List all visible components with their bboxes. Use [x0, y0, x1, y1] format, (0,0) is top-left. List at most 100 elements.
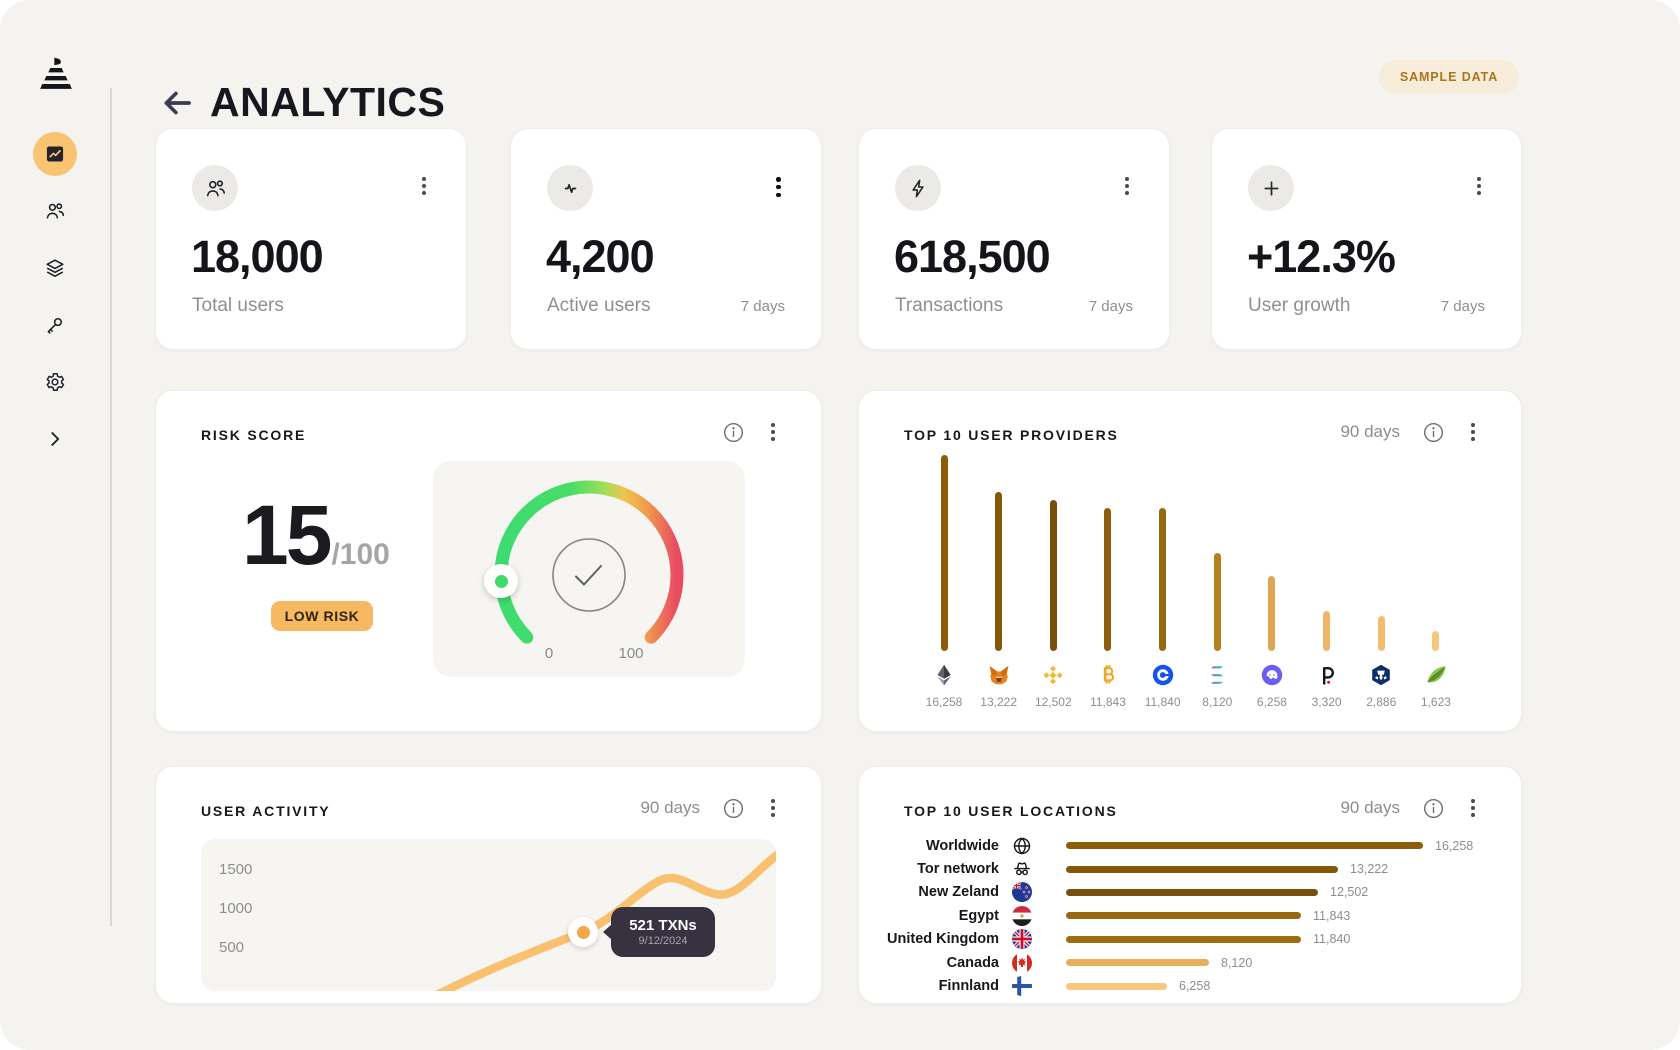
risk-gauge-panel: 0 100: [433, 461, 745, 677]
location-row-finnland: Finnland6,258: [859, 974, 1521, 997]
location-label: United Kingdom: [859, 931, 999, 947]
provider-column-coinbase[interactable]: 11,840: [1140, 455, 1186, 709]
provider-column-crypto-com[interactable]: 2,886: [1358, 455, 1404, 709]
key-icon: [44, 314, 66, 336]
analytics-icon: [44, 143, 66, 165]
provider-bar-track: [1159, 455, 1166, 651]
info-icon[interactable]: [1422, 421, 1445, 444]
risk-score-number: 15: [242, 487, 329, 584]
finland-flag-icon: [1012, 976, 1032, 996]
polkadot-icon: [1315, 663, 1339, 687]
provider-bar-track: [1378, 455, 1385, 651]
provider-column-solana[interactable]: 8,120: [1194, 455, 1240, 709]
locations-bar-chart: Worldwide16,258Tor network13,222New Zela…: [859, 834, 1521, 998]
location-bar: [1066, 842, 1423, 849]
top-providers-title: TOP 10 USER PROVIDERS: [904, 427, 1119, 443]
low-risk-badge: LOW RISK: [271, 601, 373, 631]
sidebar-item-keys[interactable]: [33, 303, 77, 347]
activity-line-chart[interactable]: 15001000500 521 TXNs 9/12/2024: [201, 839, 776, 991]
kebab-menu-icon[interactable]: [772, 173, 785, 201]
provider-bar: [995, 492, 1002, 651]
provider-value: 11,840: [1145, 695, 1181, 709]
kebab-menu-icon[interactable]: [1467, 795, 1479, 821]
page-title: ANALYTICS: [210, 79, 445, 126]
provider-bar-track: [1323, 455, 1330, 651]
location-bar: [1066, 889, 1318, 896]
ethereum-icon: [932, 663, 956, 687]
sidebar-item-layers[interactable]: [33, 246, 77, 290]
provider-column-bitfinex[interactable]: 1,623: [1413, 455, 1459, 709]
location-row-worldwide: Worldwide 16,258: [859, 834, 1521, 857]
kebab-menu-icon[interactable]: [767, 795, 779, 821]
risk-score-denominator: /100: [331, 538, 389, 572]
info-icon[interactable]: [722, 421, 745, 444]
user-activity-controls: 90 days: [640, 795, 779, 821]
location-bar: [1066, 936, 1301, 943]
period-label: 90 days: [640, 798, 700, 818]
user-activity-card: USER ACTIVITY 90 days 15001000500 521 TX…: [155, 766, 822, 1004]
data-point-marker: [568, 917, 598, 947]
bitfinex-icon: [1424, 663, 1448, 687]
provider-column-polkadot[interactable]: 3,320: [1304, 455, 1350, 709]
provider-column-metamask[interactable]: 13,222: [976, 455, 1022, 709]
location-row-egypt: Egypt11,843: [859, 904, 1521, 927]
kebab-menu-icon[interactable]: [1467, 419, 1479, 445]
users-icon: [204, 177, 227, 200]
location-row-tor-network: Tor network13,222: [859, 857, 1521, 880]
provider-column-bitcoin[interactable]: 11,843: [1085, 455, 1131, 709]
stat-card-user-growth: +12.3%User growth7 days: [1211, 128, 1522, 350]
provider-bar: [1323, 611, 1330, 651]
new-zealand-flag-icon: [1012, 882, 1032, 902]
location-row-united-kingdom: United Kingdom 11,840: [859, 928, 1521, 951]
provider-bar-track: [1104, 455, 1111, 651]
provider-value: 12,502: [1035, 695, 1072, 709]
risk-score-controls: [722, 419, 779, 445]
location-value: 11,843: [1313, 909, 1350, 923]
stat-period: 7 days: [1089, 298, 1133, 315]
check-icon: [576, 566, 601, 585]
back-arrow-icon[interactable]: [160, 86, 194, 120]
info-icon[interactable]: [1422, 797, 1445, 820]
stat-icon-circle: [895, 165, 941, 211]
stat-card-active-users: 4,200Active users7 days: [510, 128, 822, 350]
sidebar-item-settings[interactable]: [33, 360, 77, 404]
kebab-menu-icon[interactable]: [1473, 173, 1485, 199]
risk-score-card: RISK SCORE 15 /100 LOW RISK: [155, 390, 822, 732]
tor-network-icon: [1012, 859, 1032, 879]
sidebar-item-analytics[interactable]: [33, 132, 77, 176]
location-label: Worldwide: [859, 838, 999, 854]
sidebar-item-expand[interactable]: [33, 417, 77, 461]
sidebar: [0, 0, 110, 1050]
location-value: 16,258: [1435, 839, 1473, 853]
top-providers-card: TOP 10 USER PROVIDERS 90 days 16,25813,2…: [858, 390, 1522, 732]
location-label: Finnland: [859, 978, 999, 994]
tooltip-value: 521 TXNs: [629, 917, 697, 934]
location-value: 13,222: [1350, 862, 1388, 876]
kebab-menu-icon[interactable]: [1121, 173, 1133, 199]
provider-value: 13,222: [980, 695, 1017, 709]
gear-icon: [44, 371, 66, 393]
stat-card-total-users: 18,000Total users: [155, 128, 467, 350]
location-value: 11,840: [1313, 932, 1350, 946]
stat-value: 618,500: [894, 231, 1050, 283]
top-locations-card: TOP 10 USER LOCATIONS 90 days Worldwide1…: [858, 766, 1522, 1004]
lightning-icon: [907, 177, 930, 200]
location-label: New Zeland: [859, 884, 999, 900]
kebab-menu-icon[interactable]: [418, 173, 430, 199]
info-icon[interactable]: [722, 797, 745, 820]
binance-icon: [1041, 663, 1065, 687]
provider-column-ethereum[interactable]: 16,258: [921, 455, 967, 709]
provider-bar: [1214, 553, 1221, 651]
analytics-dashboard: ANALYTICS SAMPLE DATA 18,000Total users4…: [0, 0, 1680, 1050]
location-row-new-zeland: New Zeland12,502: [859, 881, 1521, 904]
kebab-menu-icon[interactable]: [767, 419, 779, 445]
canada-flag-icon: [1012, 953, 1032, 973]
risk-score-value: 15 /100: [242, 487, 390, 584]
sample-data-button[interactable]: SAMPLE DATA: [1379, 60, 1519, 94]
globe-icon: [1012, 836, 1032, 856]
sidebar-item-users[interactable]: [33, 189, 77, 233]
stat-value: +12.3%: [1247, 231, 1395, 283]
provider-column-phantom[interactable]: 6,258: [1249, 455, 1295, 709]
provider-column-binance[interactable]: 12,502: [1030, 455, 1076, 709]
provider-bar: [1432, 631, 1439, 651]
